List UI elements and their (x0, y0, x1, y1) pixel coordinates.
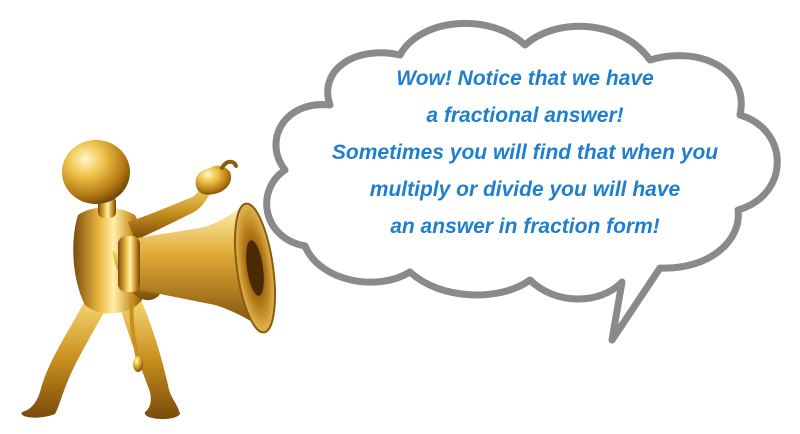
bubble-line-3: Sometimes you will find that when you (331, 141, 719, 164)
bubble-line-2: a fractional answer! (426, 104, 624, 127)
bubble-line-5: an answer in fraction form! (390, 215, 660, 238)
bubble-line-1: Wow! Notice that we have (396, 67, 654, 90)
speech-bubble-text: Wow! Notice that we have a fractional an… (300, 60, 750, 245)
bubble-line-4: multiply or divide you will have (369, 178, 681, 201)
illustration-stage: Wow! Notice that we have a fractional an… (0, 0, 800, 434)
